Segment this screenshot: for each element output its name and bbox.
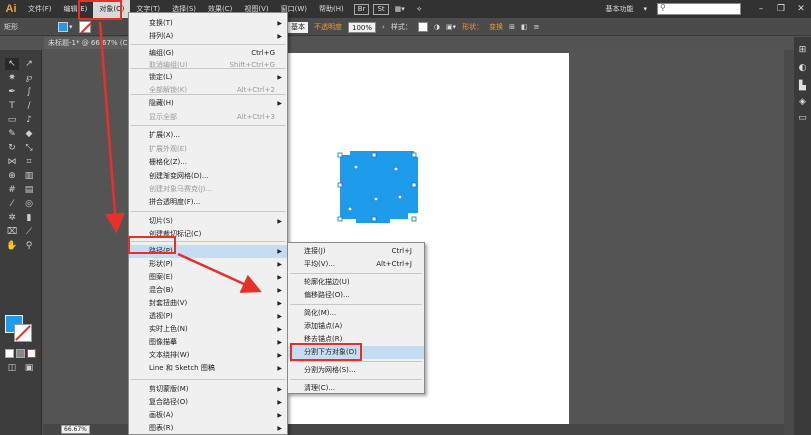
arrow-to-submenu (177, 252, 262, 293)
illustrator-window: Ai 文件(F) 编辑(E) 对象(O) 文字(T) 选择(S) 效果(C) 视… (0, 0, 811, 435)
arrow-to-path (98, 21, 125, 234)
annotation-arrows (98, 21, 262, 293)
